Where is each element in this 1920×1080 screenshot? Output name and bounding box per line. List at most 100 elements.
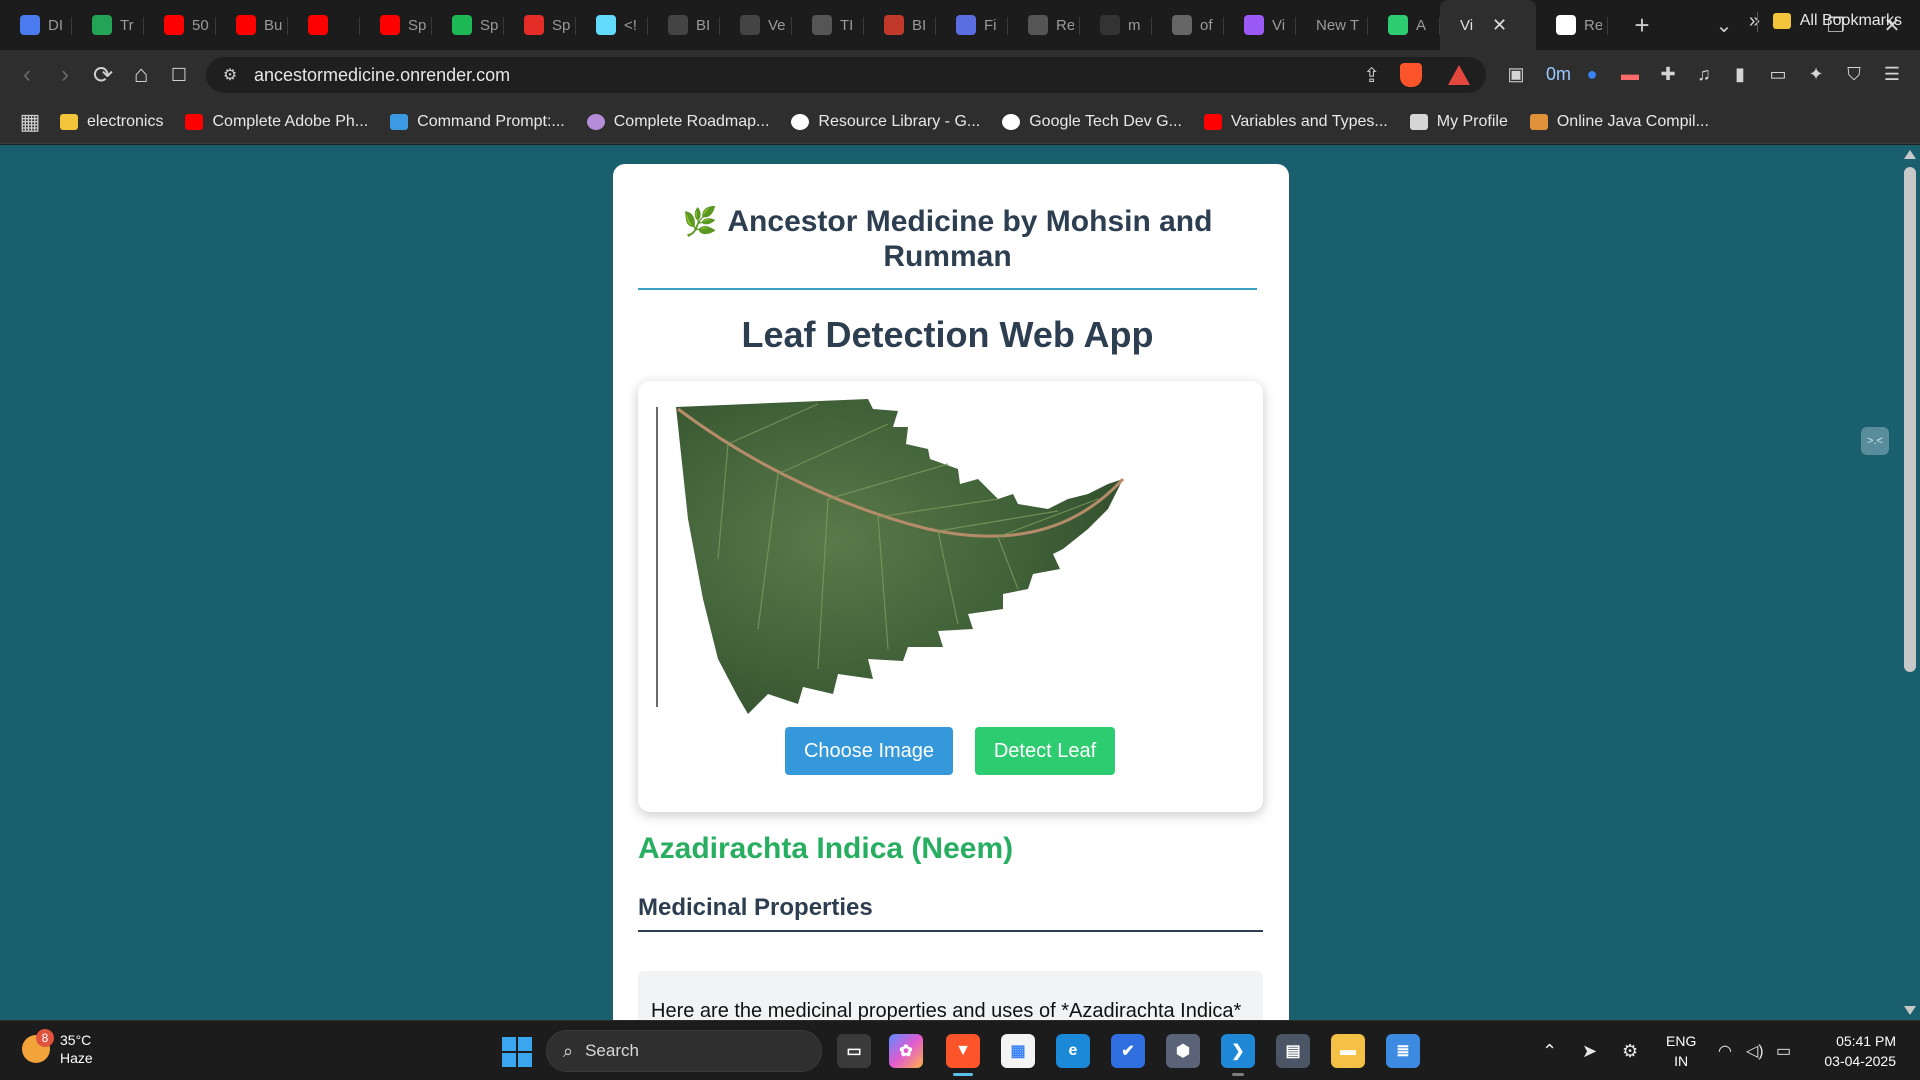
browser-tab[interactable]: Ve (720, 0, 792, 50)
extension-icon[interactable]: ▣ (1504, 62, 1528, 86)
browser-tab[interactable]: DI (0, 0, 72, 50)
extension-icon[interactable]: ● (1580, 62, 1604, 86)
browser-tab[interactable]: BI (648, 0, 720, 50)
profile-icon (1409, 113, 1428, 130)
browser-tab[interactable]: m (1080, 0, 1152, 50)
bookmark-item[interactable]: Command Prompt:... (390, 113, 565, 131)
bookmark-item[interactable]: Resource Library - G... (791, 113, 980, 131)
close-tab-icon[interactable]: ✕ (1492, 15, 1507, 36)
browser-tab[interactable]: Sp (432, 0, 504, 50)
browser-tab[interactable]: Tr (72, 0, 144, 50)
browser-tab[interactable]: of (1152, 0, 1224, 50)
task-view-icon[interactable]: ▭ (837, 1034, 871, 1068)
notification-badge: 8 (36, 1029, 54, 1047)
clock[interactable]: 05:41 PM 03-04-2025 (1824, 1031, 1896, 1071)
vpn-icon[interactable]: ⛉ (1842, 62, 1866, 86)
browser-tab[interactable]: Sp (504, 0, 576, 50)
extension-badge-icon[interactable]: 0m (1546, 62, 1571, 86)
tab-title: <! (624, 16, 637, 34)
browser-tab[interactable]: Re (1008, 0, 1080, 50)
reload-button[interactable]: ⟳ (84, 61, 122, 90)
battery-icon[interactable]: ▭ (1776, 1021, 1791, 1080)
bookmark-item[interactable]: Online Java Compil... (1529, 113, 1709, 131)
menu-icon[interactable]: ☰ (1880, 62, 1904, 86)
bookmark-item[interactable]: Complete Roadmap... (586, 113, 769, 131)
share-icon[interactable]: ⇪ (1363, 63, 1380, 88)
extension-icon[interactable]: ▬ (1618, 62, 1642, 86)
herb-icon: 🌿 (682, 206, 718, 237)
home-button[interactable]: ⌂ (122, 61, 160, 89)
bookmark-item[interactable]: electronics (60, 113, 163, 131)
leo-ai-icon[interactable]: ✦ (1804, 62, 1828, 86)
brave-rewards-icon[interactable] (1448, 65, 1470, 85)
youtube-icon (236, 15, 256, 35)
location-icon[interactable]: ➤ (1582, 1021, 1597, 1080)
calculator-icon[interactable]: ▤ (1276, 1034, 1310, 1068)
browser-tab[interactable]: A (1368, 0, 1440, 50)
browser-tab[interactable]: Vi ✕ (1440, 0, 1536, 50)
tab-title: of (1200, 16, 1213, 34)
browser-tab[interactable]: <! (576, 0, 648, 50)
new-tab-button[interactable]: + (1622, 10, 1662, 41)
forward-button[interactable]: › (46, 61, 84, 89)
scroll-down-icon[interactable] (1904, 1006, 1916, 1015)
brave-browser-icon[interactable]: ▼ (946, 1034, 980, 1076)
brand-header: 🌿 Ancestor Medicine by Mohsin and Rumman (638, 204, 1257, 274)
detect-leaf-button[interactable]: Detect Leaf (975, 727, 1115, 775)
browser-tab[interactable]: Bu (216, 0, 288, 50)
volume-icon[interactable]: ◁) (1746, 1021, 1764, 1080)
back-button[interactable]: ‹ (8, 61, 46, 89)
browser-tab[interactable]: New T (1296, 0, 1368, 50)
apps-icon[interactable]: ▦ (0, 109, 60, 135)
wifi-icon[interactable]: ◠ (1718, 1021, 1732, 1080)
bookmark-item[interactable]: Google Tech Dev G... (1002, 113, 1182, 131)
browser-tab[interactable]: Vi (1224, 0, 1296, 50)
browser-tab[interactable]: 50 (144, 0, 216, 50)
scroll-up-icon[interactable] (1904, 150, 1916, 159)
bookmark-item[interactable]: My Profile (1409, 113, 1508, 131)
taskbar-search[interactable]: ⌕ Search (546, 1030, 822, 1072)
notepad-icon[interactable]: ≣ (1386, 1034, 1420, 1068)
tab-title: Sp (408, 16, 426, 34)
browser-tab[interactable] (288, 0, 360, 50)
app-icon[interactable]: ⬢ (1166, 1034, 1200, 1068)
browser-tab[interactable]: TI (792, 0, 864, 50)
sidebar-icon[interactable]: ▮ (1728, 62, 1752, 86)
brave-shields-icon[interactable] (1400, 63, 1422, 87)
bookmark-item[interactable]: Complete Adobe Ph... (185, 113, 368, 131)
start-button[interactable] (502, 1037, 532, 1067)
settings-icon[interactable]: ⚙ (1622, 1021, 1638, 1080)
media-icon[interactable]: ♫ (1692, 62, 1716, 86)
floating-extension-icon[interactable]: >.< (1861, 427, 1889, 455)
file-explorer-icon[interactable]: ▬ (1331, 1034, 1365, 1068)
region-code: IN (1674, 1053, 1689, 1069)
browser-tab[interactable]: Fi (936, 0, 1008, 50)
language-indicator[interactable]: ENG IN (1666, 1031, 1696, 1071)
address-bar[interactable]: ⚙ ancestormedicine.onrender.com ⇪ (206, 57, 1486, 93)
url-text[interactable]: ancestormedicine.onrender.com (254, 65, 510, 86)
tab-search-icon[interactable]: ⌄ (1696, 13, 1752, 38)
site-info-icon[interactable]: ⚙ (206, 65, 254, 85)
browser-tab[interactable]: Re (1536, 0, 1608, 50)
bookmark-item[interactable]: Variables and Types... (1203, 113, 1388, 131)
more-bookmarks-button[interactable]: » (1749, 10, 1760, 33)
extensions-puzzle-icon[interactable]: ✚ (1656, 62, 1680, 86)
bookmark-label: Resource Library - G... (818, 112, 981, 130)
choose-image-button[interactable]: Choose Image (785, 727, 953, 775)
wallet-icon[interactable]: ▭ (1766, 62, 1790, 86)
vscode-icon[interactable]: ❯ (1221, 1034, 1255, 1076)
edge-icon[interactable]: e (1056, 1034, 1090, 1068)
page-scrollbar[interactable] (1900, 145, 1920, 1020)
tab-title: Bu (264, 16, 282, 34)
youtube-icon (1203, 113, 1222, 130)
all-bookmarks-button[interactable]: All Bookmarks (1756, 12, 1902, 32)
scrollbar-thumb[interactable] (1904, 167, 1916, 672)
bookmark-page-button[interactable]: ☐ (160, 65, 198, 86)
copilot-icon[interactable]: ✿ (889, 1034, 923, 1068)
chevron-up-icon[interactable]: ⌃ (1542, 1021, 1557, 1080)
browser-tab[interactable]: Sp (360, 0, 432, 50)
browser-tab[interactable]: BI (864, 0, 936, 50)
weather-widget[interactable]: 8 35°C Haze (22, 1029, 93, 1067)
todo-icon[interactable]: ✔ (1111, 1034, 1145, 1068)
store-icon[interactable]: ▦ (1001, 1034, 1035, 1068)
